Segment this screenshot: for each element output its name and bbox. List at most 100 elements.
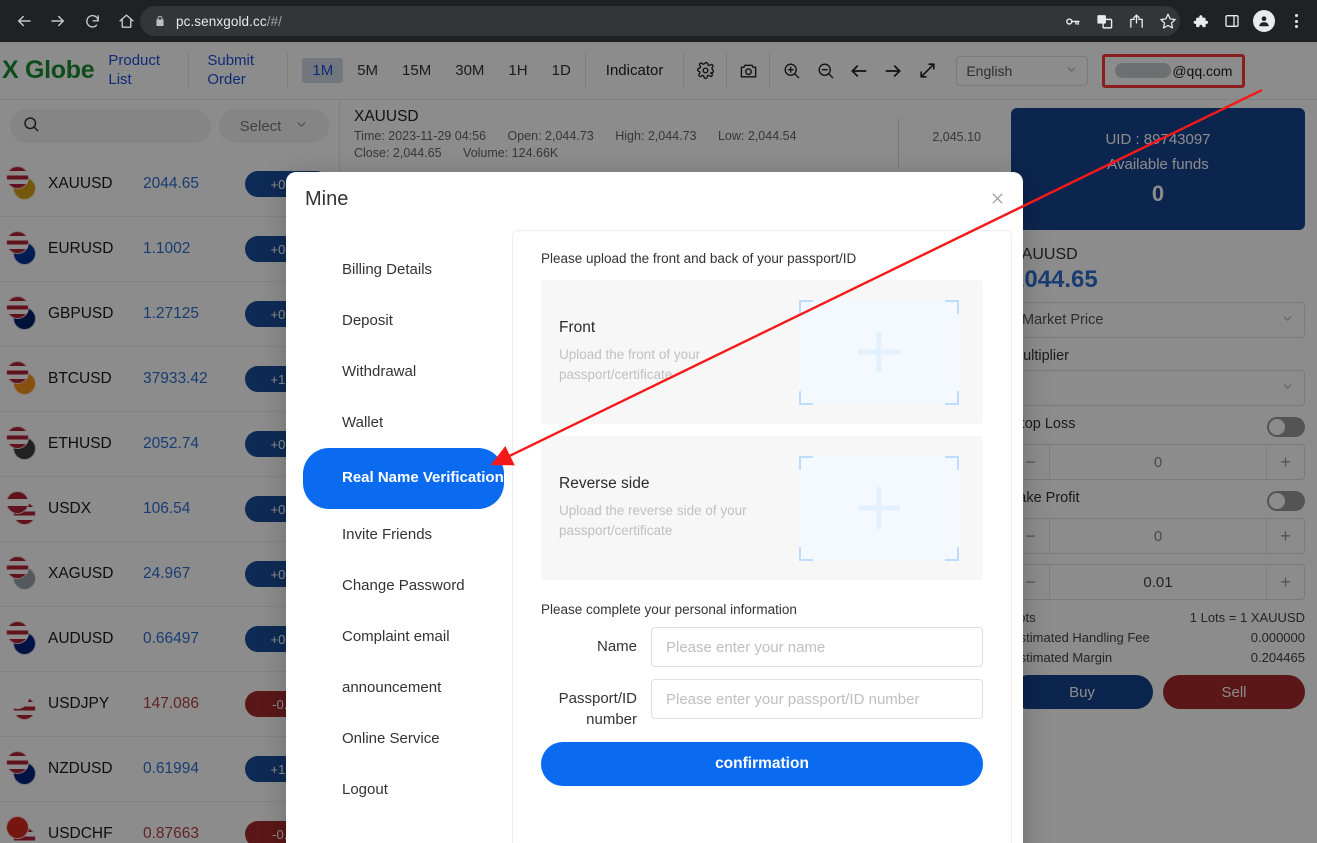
side-panel-icon[interactable] (1217, 6, 1247, 36)
front-dropzone[interactable] (799, 299, 959, 405)
fee-meta-row: Estimated Handling Fee 0.000000 (1011, 630, 1305, 645)
stop-loss-row: Stop Loss (1011, 416, 1305, 438)
modal-menu-item[interactable]: Online Service (286, 713, 510, 764)
stop-loss-stepper[interactable]: − 0 + (1011, 444, 1305, 480)
timeframe-5m[interactable]: 5M (347, 58, 388, 83)
buy-button[interactable]: Buy (1011, 675, 1153, 709)
trade-price: 2044.65 (1011, 266, 1098, 293)
nav-product-list[interactable]: Product List (94, 52, 184, 90)
timeframe-1d[interactable]: 1D (542, 58, 581, 83)
user-account-chip[interactable]: @qq.com (1102, 53, 1246, 88)
passport-label: Passport/ID number (558, 690, 637, 728)
instrument-symbol: USDCHF (48, 825, 113, 842)
language-value: English (966, 62, 1013, 79)
modal-menu-item[interactable]: Invite Friends (286, 509, 510, 560)
bookmark-star-icon[interactable] (1153, 6, 1183, 36)
take-profit-toggle[interactable] (1267, 491, 1305, 511)
lots-equivalence: 1 Lots = 1 XAUUSD (1189, 610, 1305, 625)
nav-submit-order[interactable]: Submit Order (193, 52, 283, 90)
take-profit-stepper[interactable]: − 0 + (1011, 518, 1305, 554)
modal-menu-item[interactable]: announcement (286, 662, 510, 713)
modal-menu-item[interactable]: Withdrawal (286, 346, 510, 397)
timeframe-1m[interactable]: 1M (302, 58, 344, 83)
site-logo: X Globe (2, 56, 95, 84)
category-select[interactable]: Select (219, 109, 329, 143)
multiplier-select[interactable] (1011, 370, 1305, 406)
passport-input[interactable] (651, 679, 983, 719)
three-dot-menu-icon[interactable] (1281, 6, 1311, 36)
divider (287, 52, 289, 89)
upload-hint: Please upload the front and back of your… (541, 251, 857, 266)
lots-stepper[interactable]: − 0.01 + (1011, 564, 1305, 600)
pan-left-icon[interactable] (842, 61, 876, 81)
reverse-upload-text: Reverse side Upload the reverse side of … (559, 475, 759, 542)
timeframe-30m[interactable]: 30M (445, 58, 494, 83)
order-type-select[interactable]: Market Price (1011, 302, 1305, 338)
instrument-price: 147.086 (143, 695, 200, 712)
camera-icon[interactable] (731, 61, 765, 80)
modal-menu-item[interactable]: Real Name Verification (303, 448, 504, 509)
divider (188, 52, 190, 89)
close-icon[interactable] (985, 186, 1009, 210)
share-icon[interactable] (1121, 6, 1151, 36)
browser-nav-buttons (0, 5, 142, 37)
name-input[interactable] (651, 627, 983, 667)
front-upload-card[interactable]: Front Upload the front of your passport/… (541, 280, 983, 424)
key-icon[interactable] (1057, 6, 1087, 36)
available-funds-label: Available funds (1107, 156, 1209, 173)
instrument-price: 24.967 (143, 565, 191, 582)
lots-meta-row: Lots 1 Lots = 1 XAUUSD (1011, 610, 1305, 625)
chart-volume: Volume: 124.66K (463, 146, 559, 160)
real-name-verification-panel: Please upload the front and back of your… (512, 230, 1012, 843)
language-select[interactable]: English (956, 55, 1089, 86)
modal-menu-item[interactable]: Complaint email (286, 611, 510, 662)
home-icon[interactable] (110, 5, 142, 37)
fullscreen-icon[interactable] (910, 61, 944, 80)
modal-menu-item[interactable]: Deposit (286, 295, 510, 346)
extensions-puzzle-icon[interactable] (1185, 6, 1215, 36)
plus-icon[interactable]: + (1266, 519, 1304, 553)
address-bar[interactable]: pc.senxgold.cc/#/ (140, 6, 1180, 36)
instrument-price: 0.61994 (143, 760, 200, 777)
zoom-in-icon[interactable] (774, 61, 808, 80)
translate-icon[interactable] (1089, 6, 1119, 36)
plus-icon[interactable]: + (1266, 445, 1304, 479)
back-arrow-icon[interactable] (8, 5, 40, 37)
order-type-value: Market Price (1022, 312, 1104, 328)
instrument-symbol: EURUSD (48, 240, 114, 257)
forward-arrow-icon[interactable] (42, 5, 74, 37)
modal-menu-item[interactable]: Change Password (286, 560, 510, 611)
lots-value: 0.01 (1143, 573, 1173, 591)
pan-right-icon[interactable] (876, 61, 910, 81)
reverse-dropzone[interactable] (799, 455, 959, 561)
modal-menu-item[interactable]: Logout (286, 764, 510, 815)
gear-icon[interactable] (688, 61, 722, 80)
instrument-price: 106.54 (143, 500, 191, 517)
redacted-username (1115, 63, 1172, 78)
reverse-subtitle: Upload the reverse side of your passport… (559, 502, 747, 538)
instrument-price: 1.1002 (143, 240, 191, 257)
confirmation-button[interactable]: confirmation (541, 742, 983, 786)
plus-icon[interactable]: + (1266, 565, 1304, 599)
profile-avatar-icon[interactable] (1249, 6, 1279, 36)
sell-button[interactable]: Sell (1163, 675, 1305, 709)
margin-meta-row: Estimated Margin 0.204465 (1011, 650, 1305, 665)
zoom-out-icon[interactable] (808, 61, 842, 80)
instrument-price: 2044.65 (143, 175, 200, 192)
stop-loss-toggle[interactable] (1267, 417, 1305, 437)
account-card: UID : 89743097 Available funds 0 (1011, 108, 1305, 230)
reload-icon[interactable] (76, 5, 108, 37)
indicator-button[interactable]: Indicator (590, 62, 680, 79)
instrument-symbol: AUDUSD (48, 630, 114, 647)
flag-pair-icon (6, 556, 40, 591)
timeframe-15m[interactable]: 15M (392, 58, 441, 83)
instrument-symbol: NZDUSD (48, 760, 113, 777)
flag-pair-icon (6, 686, 40, 721)
modal-menu-item[interactable]: Wallet (286, 397, 510, 448)
search-input[interactable] (10, 109, 211, 143)
divider (726, 52, 728, 89)
modal-menu-item[interactable]: Billing Details (286, 244, 510, 295)
instrument-symbol: GBPUSD (48, 305, 114, 322)
timeframe-1h[interactable]: 1H (498, 58, 537, 83)
reverse-upload-card[interactable]: Reverse side Upload the reverse side of … (541, 436, 983, 580)
